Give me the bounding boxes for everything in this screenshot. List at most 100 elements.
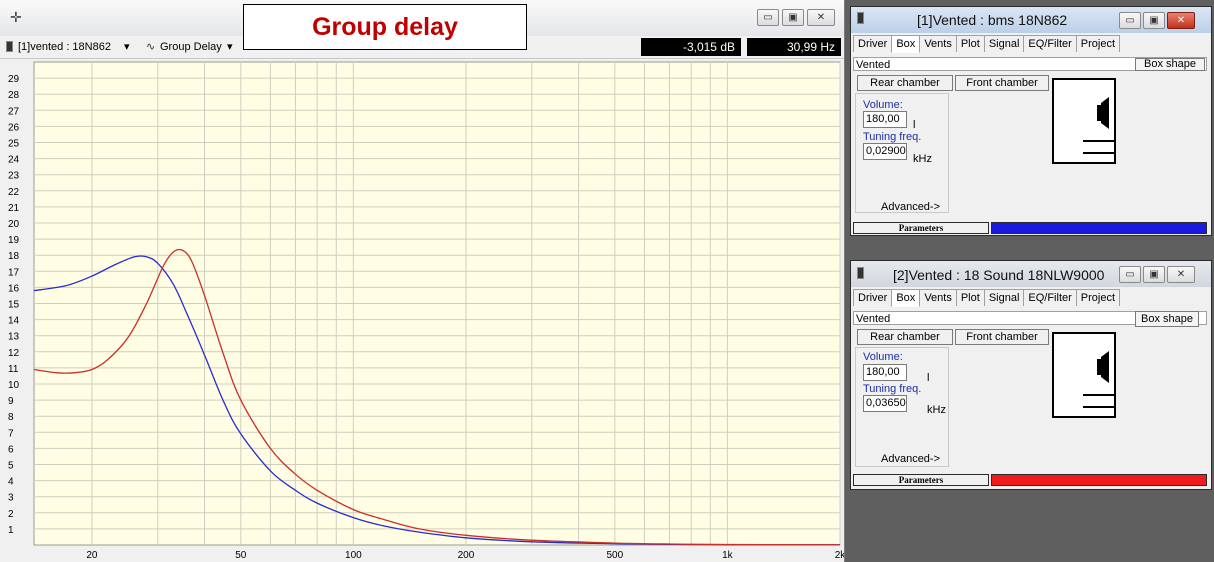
y-tick-label: 18 <box>8 251 20 262</box>
tab-project[interactable]: Project <box>1075 289 1121 306</box>
close-button[interactable]: ✕ <box>1167 12 1195 29</box>
tuning-label: Tuning freq. <box>863 383 922 395</box>
y-tick-label: 9 <box>8 396 14 407</box>
tab-eq-filter[interactable]: EQ/Filter <box>1023 289 1077 306</box>
panel-tabs: Driver Box Vents Plot Signal EQ/Filter Project <box>853 35 1209 55</box>
y-tick-label: 22 <box>8 187 20 198</box>
crosshair-icon[interactable]: ✛ <box>10 9 22 26</box>
box-diagram <box>1052 332 1116 418</box>
chevron-down-icon[interactable]: ▾ <box>227 36 233 58</box>
driver-icon <box>6 41 13 52</box>
frequency-readout: 30,99 Hz <box>747 38 841 56</box>
volume-input[interactable]: 180,00 <box>863 111 907 128</box>
tab-eq-filter[interactable]: EQ/Filter <box>1023 35 1077 52</box>
driver-panel-2: [2]Vented : 18 Sound 18NLW9000 ▭ ▣ ✕ Dri… <box>850 260 1212 490</box>
y-tick-label: 13 <box>8 332 20 343</box>
tab-box[interactable]: Box <box>891 289 921 307</box>
panel-tabs: Driver Box Vents Plot Signal EQ/Filter Project <box>853 289 1209 309</box>
driver-color-bar <box>991 474 1207 486</box>
view-selector[interactable]: Group Delay <box>160 36 222 58</box>
y-tick-label: 25 <box>8 139 20 150</box>
plot-window: ✛ ▭ ▣ ✕ [1]vented : 18N862 ▾ ∿ Group Del… <box>0 0 845 562</box>
front-chamber-button[interactable]: Front chamber <box>955 75 1049 91</box>
tab-plot[interactable]: Plot <box>955 35 985 52</box>
volume-unit: l <box>913 119 916 131</box>
x-tick-label: 100 <box>345 550 362 561</box>
advanced-link[interactable]: Advanced-> <box>881 453 940 465</box>
minimize-button[interactable]: ▭ <box>1119 12 1141 29</box>
y-tick-label: 17 <box>8 267 20 278</box>
y-tick-label: 5 <box>8 461 14 472</box>
y-tick-label: 16 <box>8 283 20 294</box>
front-chamber-button[interactable]: Front chamber <box>955 329 1049 345</box>
tuning-unit: kHz <box>913 153 932 165</box>
group-delay-chart[interactable]: 1234567891011121314151617181920212223242… <box>0 58 844 562</box>
box-shape-button[interactable]: Box shape <box>1135 311 1199 327</box>
tab-signal[interactable]: Signal <box>983 289 1025 306</box>
x-tick-label: 20 <box>86 550 98 561</box>
close-button[interactable]: ✕ <box>1167 266 1195 283</box>
tab-vents[interactable]: Vents <box>919 35 957 52</box>
box-shape-button[interactable]: Box shape <box>1135 58 1205 71</box>
y-tick-label: 15 <box>8 300 20 311</box>
tab-driver[interactable]: Driver <box>853 289 893 306</box>
tuning-input[interactable]: 0,03650 <box>863 395 907 412</box>
y-tick-label: 20 <box>8 219 20 230</box>
y-tick-label: 4 <box>8 477 14 488</box>
minimize-button[interactable]: ▭ <box>1119 266 1141 283</box>
volume-unit: l <box>927 372 930 384</box>
y-tick-label: 14 <box>8 316 20 327</box>
driver-panel-1: [1]Vented : bms 18N862 ▭ ▣ ✕ Driver Box Ve… <box>850 6 1212 236</box>
panel-title: [2]Vented : 18 Sound 18NLW9000 <box>893 267 1105 283</box>
y-tick-label: 23 <box>8 171 20 182</box>
y-tick-label: 28 <box>8 90 20 101</box>
y-tick-label: 24 <box>8 155 20 166</box>
minimize-button[interactable]: ▭ <box>757 9 779 26</box>
tab-project[interactable]: Project <box>1075 35 1121 52</box>
tab-signal[interactable]: Signal <box>983 35 1025 52</box>
driver-icon <box>857 267 864 279</box>
tab-vents[interactable]: Vents <box>919 289 957 306</box>
tab-box[interactable]: Box <box>891 35 921 53</box>
x-tick-label: 500 <box>606 550 623 561</box>
tab-driver[interactable]: Driver <box>853 35 893 52</box>
volume-label: Volume: <box>863 351 903 363</box>
y-tick-label: 11 <box>8 364 19 375</box>
maximize-button[interactable]: ▣ <box>782 9 804 26</box>
tuning-input[interactable]: 0,02900 <box>863 143 907 160</box>
y-tick-label: 10 <box>8 380 20 391</box>
y-tick-label: 27 <box>8 106 20 117</box>
rear-chamber-button[interactable]: Rear chamber <box>857 329 953 345</box>
y-tick-label: 29 <box>8 74 20 85</box>
tuning-label: Tuning freq. <box>863 131 922 143</box>
x-tick-label: 200 <box>458 550 475 561</box>
y-tick-label: 2 <box>8 509 14 520</box>
panel-titlebar: [1]Vented : bms 18N862 ▭ ▣ ✕ <box>851 7 1211 33</box>
y-tick-label: 7 <box>8 428 14 439</box>
y-tick-label: 1 <box>8 525 14 536</box>
volume-input[interactable]: 180,00 <box>863 364 907 381</box>
level-readout: -3,015 dB <box>641 38 741 56</box>
tuning-unit: kHz <box>927 404 946 416</box>
y-tick-label: 8 <box>8 412 14 423</box>
y-tick-label: 12 <box>8 348 20 359</box>
y-tick-label: 19 <box>8 235 20 246</box>
volume-label: Volume: <box>863 99 903 111</box>
x-tick-label: 50 <box>235 550 247 561</box>
driver-icon <box>857 12 864 24</box>
x-tick-label: 2k <box>835 550 844 561</box>
close-button[interactable]: ✕ <box>807 9 835 26</box>
y-tick-label: 6 <box>8 444 14 455</box>
driver-selector[interactable]: [1]vented : 18N862 <box>18 36 111 58</box>
advanced-link[interactable]: Advanced-> <box>881 201 940 213</box>
chevron-down-icon[interactable]: ▾ <box>124 36 130 58</box>
maximize-button[interactable]: ▣ <box>1143 12 1165 29</box>
tab-plot[interactable]: Plot <box>955 289 985 306</box>
parameters-label: Parameters <box>853 222 989 234</box>
panel-title: [1]Vented : bms 18N862 <box>917 12 1068 28</box>
y-tick-label: 26 <box>8 122 20 133</box>
panel-titlebar: [2]Vented : 18 Sound 18NLW9000 ▭ ▣ ✕ <box>851 261 1211 287</box>
rear-chamber-button[interactable]: Rear chamber <box>857 75 953 91</box>
driver-color-bar <box>991 222 1207 234</box>
maximize-button[interactable]: ▣ <box>1143 266 1165 283</box>
